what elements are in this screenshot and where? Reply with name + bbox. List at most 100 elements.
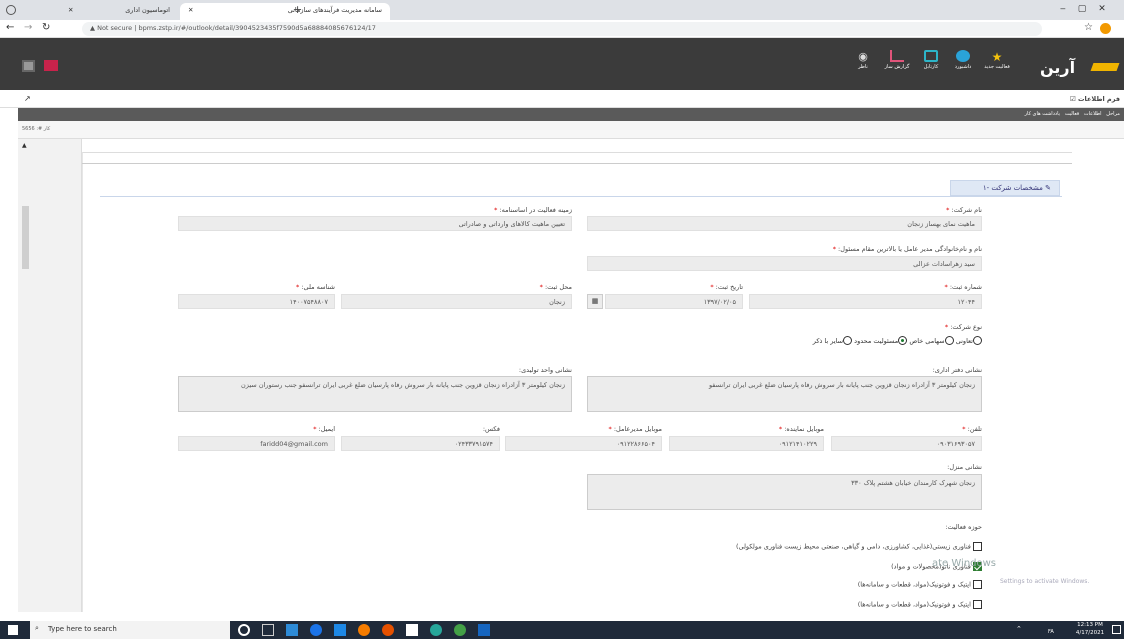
chrome-logo-icon (6, 5, 16, 15)
store-icon[interactable] (406, 624, 418, 636)
task-view-icon[interactable] (262, 624, 274, 636)
star-icon: ★ (991, 50, 1003, 64)
chrome-icon[interactable] (454, 624, 466, 636)
phone-field[interactable]: ۰۹۰۳۱۶۹۳۰۵۷ (831, 436, 982, 451)
radio-limited-liability[interactable]: مسئولیت محدود (854, 336, 908, 345)
profile-avatar[interactable] (1100, 23, 1111, 34)
tab-bpms[interactable]: ✕ سامانه مدیریت فرآیندهای سازمانی (180, 3, 390, 21)
step-tabs: مراحل اطلاعات فعالیت یادداشت های کار (920, 111, 1120, 117)
notification-icon[interactable] (1112, 625, 1121, 634)
home-addr-textarea[interactable]: زنجان شهرک کارمندان خیابان هشتم پلاک ۳۳۰ (587, 474, 982, 510)
expand-icon[interactable]: ↗ (24, 94, 31, 103)
radio-cooperative[interactable]: تعاونی (956, 336, 982, 345)
nav-inbox[interactable]: کارتابل (914, 50, 948, 70)
clock-time[interactable]: 12:13 PM (1070, 622, 1110, 628)
email-field[interactable]: faridd04@gmail.com (178, 436, 335, 451)
nav-observer[interactable]: ◉ ناظر (846, 50, 880, 70)
reg-place-field[interactable]: زنجان (341, 294, 572, 309)
tab-close-icon[interactable]: ✕ (188, 6, 193, 14)
search-icon: ⌕ (35, 624, 39, 632)
logo-bar-icon (1090, 63, 1120, 71)
calendar-icon[interactable]: ▦ (587, 294, 603, 309)
url-field[interactable]: ▲ Not secure | bpms.zstp.ir/#/outlook/de… (82, 22, 1042, 36)
back-icon[interactable]: ← (6, 22, 14, 33)
taskbar-search-input[interactable]: ⌕ Type here to search (30, 621, 230, 639)
star-icon[interactable]: ☆ (1084, 22, 1093, 33)
pencil-icon: ✎ (1045, 184, 1051, 192)
app-icon[interactable] (430, 624, 442, 636)
edge-icon[interactable] (310, 624, 322, 636)
step-tab[interactable]: فعالیت (1065, 111, 1079, 117)
file-explorer-icon[interactable] (286, 624, 298, 636)
section-title: ۱- مشخصات شرکت ✎ (950, 180, 1060, 196)
clock-date[interactable]: 4/17/2021 (1070, 630, 1110, 636)
nav-dashboard[interactable]: داشبورد (946, 50, 980, 70)
nav-report-builder[interactable]: گزارش ساز (880, 50, 914, 70)
language-indicator[interactable]: FA (1048, 629, 1054, 635)
company-name-field[interactable]: ماهیت نمای بهساز زنجان (587, 216, 982, 231)
form-icon: ☑ (1069, 95, 1076, 103)
scrollbar-thumb[interactable] (22, 206, 29, 269)
domain-option[interactable]: فناوری زیستی(غذایی، کشاورزی، دامی و گیاه… (640, 542, 982, 551)
scroll-up-icon[interactable]: ▲ (22, 142, 27, 149)
form-title: فرم اطلاعات ☑ (1069, 95, 1120, 103)
forward-icon[interactable]: → (24, 22, 32, 33)
activity-field-label: زمینه فعالیت در اساسنامه: * (494, 206, 572, 214)
mail-icon[interactable] (334, 624, 346, 636)
reg-no-label: شماره ثبت: * (944, 283, 982, 291)
firefox-icon[interactable] (358, 624, 370, 636)
reg-no-field[interactable]: ۱۲۰۴۴ (749, 294, 982, 309)
tab-close-icon[interactable]: ✕ (68, 6, 73, 14)
ceo-mobile-field[interactable]: ۰۹۱۲۲۸۶۶۵۰۴ (505, 436, 662, 451)
activation-subtext: Settings to activate Windows. (1000, 578, 1090, 585)
exit-icon[interactable] (44, 60, 58, 71)
domain-option[interactable]: اپتیک و فوتونیک(مواد، قطعات و سامانه‌ها) (760, 580, 982, 589)
rep-mobile-field[interactable]: ۰۹۱۲۱۴۱۰۲۲۹ (669, 436, 824, 451)
reload-icon[interactable]: ↻ (42, 22, 50, 33)
rep-mobile-label: موبایل نماینده: * (778, 425, 824, 433)
domain-label: حوزه فعالیت: (945, 523, 982, 531)
company-name-label: نام شرکت: * (946, 206, 982, 214)
case-number: کار #: 5656 (22, 126, 51, 132)
nav-new-activity[interactable]: ★ فعالیت جدید (980, 50, 1014, 70)
factory-addr-label: نشانی واحد تولیدی: (518, 366, 572, 374)
national-id-field[interactable]: ۱۴۰۰۷۵۴۸۸۰۷ (178, 294, 335, 309)
home-icon[interactable] (22, 60, 35, 72)
radio-other[interactable]: سایر با ذکر (813, 336, 853, 345)
windows-start-icon[interactable] (8, 625, 18, 635)
new-tab-button[interactable]: + (293, 3, 302, 16)
fax-field[interactable]: ۰۲۴۳۳۷۹۱۵۷۴ (341, 436, 500, 451)
chart-icon (890, 50, 904, 62)
activity-field-input[interactable]: تعیین ماهیت کالاهای وارداتی و صادراتی (178, 216, 572, 231)
tab-label: اتوماسیون اداری (125, 6, 170, 14)
fax-label: فکس: (482, 425, 500, 433)
eye-icon: ◉ (858, 50, 868, 63)
inbox-icon (924, 50, 938, 62)
step-tab[interactable]: یادداشت های کار (1025, 111, 1060, 117)
office-addr-textarea[interactable]: زنجان کیلومتر ۳ آزادراه زنجان قزوین جنب … (587, 376, 982, 412)
cortana-icon[interactable] (238, 624, 250, 636)
tray-up-icon[interactable]: ⌃ (1016, 625, 1022, 633)
domain-option[interactable]: اپتیک و فوتونیک(مواد، قطعات و سامانه‌ها) (760, 600, 982, 609)
radio-private-joint-stock[interactable]: سهامی خاص (909, 336, 954, 345)
email-label: ایمیل: * (313, 425, 335, 433)
word-icon[interactable] (478, 624, 490, 636)
section-rule (100, 196, 1062, 197)
reg-place-label: محل ثبت: * (539, 283, 572, 291)
reg-date-field[interactable]: ۱۳۹۷/۰۲/۰۵ (605, 294, 743, 309)
step-tab[interactable]: اطلاعات (1084, 111, 1102, 117)
national-id-label: شناسه ملی: * (296, 283, 335, 291)
step-tab[interactable]: مراحل (1106, 111, 1120, 117)
company-type-label: نوع شرکت: * (944, 323, 982, 331)
tab-automation[interactable]: ✕ اتوماسیون اداری (60, 3, 178, 21)
factory-addr-textarea[interactable]: زنجان کیلومتر ۳ آزادراه زنجان قزوین جنب … (178, 376, 572, 412)
firefox-icon[interactable] (382, 624, 394, 636)
activation-watermark: ate Windows (932, 558, 997, 569)
home-addr-label: نشانی منزل: (947, 463, 982, 471)
window-controls[interactable]: ‒▢✕ (1060, 4, 1118, 14)
ceo-mobile-label: موبایل مدیرعامل: * (608, 425, 663, 433)
ceo-field[interactable]: سید زهراسادات عزالی (587, 256, 982, 271)
form-header (0, 90, 1124, 108)
phone-label: تلفن: * (962, 425, 982, 433)
case-info-bar (18, 121, 1124, 139)
